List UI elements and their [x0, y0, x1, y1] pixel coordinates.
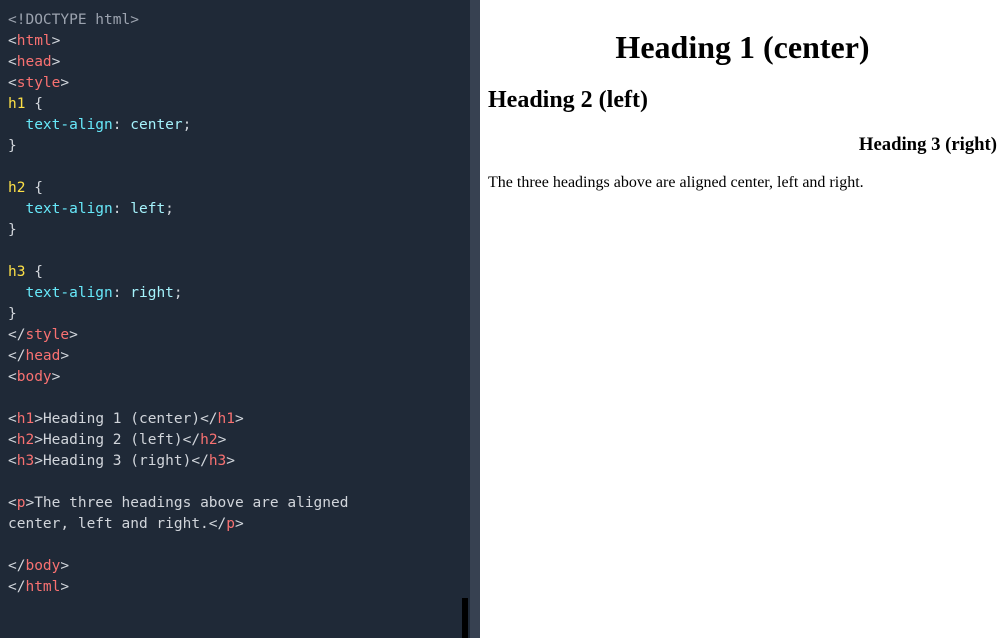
preview-heading-2: Heading 2 (left)	[488, 87, 997, 114]
preview-paragraph: The three headings above are aligned cen…	[488, 174, 997, 192]
code-content[interactable]: <!DOCTYPE html><html><head><style>h1 { t…	[8, 10, 462, 598]
code-line[interactable]: </html>	[8, 577, 462, 598]
code-line[interactable]: text-align: right;	[8, 283, 462, 304]
preview-heading-3: Heading 3 (right)	[488, 134, 997, 156]
code-line[interactable]: <!DOCTYPE html>	[8, 10, 462, 31]
code-line[interactable]	[8, 388, 462, 409]
code-line[interactable]: </head>	[8, 346, 462, 367]
scrollbar-thumb[interactable]	[462, 598, 468, 638]
code-line[interactable]: h2 {	[8, 178, 462, 199]
code-line[interactable]: <style>	[8, 73, 462, 94]
code-editor-pane[interactable]: <!DOCTYPE html><html><head><style>h1 { t…	[0, 0, 470, 638]
code-line[interactable]: </body>	[8, 556, 462, 577]
code-line[interactable]: text-align: center;	[8, 115, 462, 136]
code-line[interactable]	[8, 472, 462, 493]
code-line[interactable]: <body>	[8, 367, 462, 388]
code-line[interactable]	[8, 157, 462, 178]
code-line[interactable]: h1 {	[8, 94, 462, 115]
preview-pane: Heading 1 (center) Heading 2 (left) Head…	[480, 0, 1005, 638]
pane-divider[interactable]	[470, 0, 480, 638]
code-line[interactable]: <h3>Heading 3 (right)</h3>	[8, 451, 462, 472]
code-line[interactable]: <h2>Heading 2 (left)</h2>	[8, 430, 462, 451]
code-line[interactable]: text-align: left;	[8, 199, 462, 220]
code-line[interactable]	[8, 241, 462, 262]
code-line[interactable]: }	[8, 304, 462, 325]
code-line[interactable]: </style>	[8, 325, 462, 346]
code-line[interactable]: }	[8, 136, 462, 157]
code-line[interactable]	[8, 535, 462, 556]
code-line[interactable]: <head>	[8, 52, 462, 73]
code-line[interactable]: <p>The three headings above are aligned	[8, 493, 462, 514]
code-line[interactable]: <html>	[8, 31, 462, 52]
code-line[interactable]: h3 {	[8, 262, 462, 283]
preview-heading-1: Heading 1 (center)	[488, 29, 997, 66]
code-line[interactable]: center, left and right.</p>	[8, 514, 462, 535]
code-line[interactable]: <h1>Heading 1 (center)</h1>	[8, 409, 462, 430]
code-line[interactable]: }	[8, 220, 462, 241]
